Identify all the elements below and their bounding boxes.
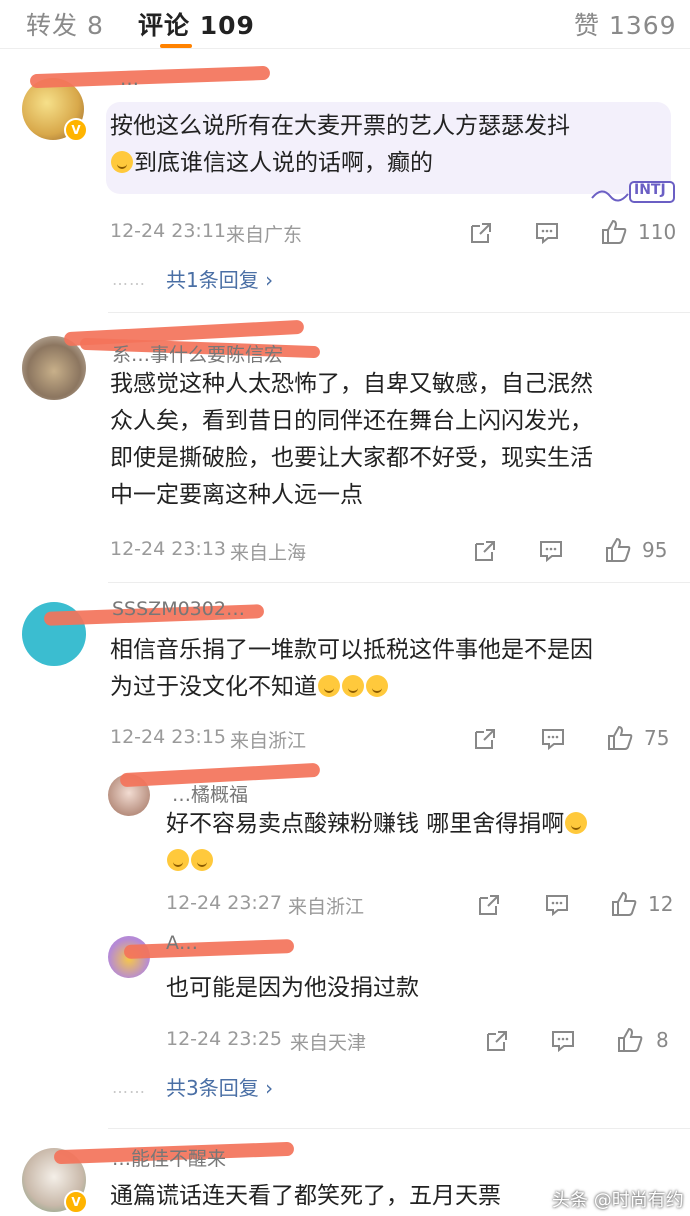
comment-username[interactable]: … xyxy=(120,68,139,90)
reply-dots: …… xyxy=(112,270,146,289)
reply-username[interactable]: A… xyxy=(166,932,198,954)
comment-location: 来自上海 xyxy=(230,542,307,564)
comment-icon[interactable] xyxy=(544,892,570,918)
emoji-icon xyxy=(366,675,388,697)
like-count: 8 xyxy=(656,1028,669,1052)
reply-dots: …… xyxy=(112,1078,146,1097)
active-tab-indicator xyxy=(160,44,192,48)
comment-location: 来自浙江 xyxy=(230,730,307,752)
sticker-text: INTJ xyxy=(634,182,666,198)
reply-item: …橘概福 好不容易卖点酸辣粉赚钱 哪里舍得捐啊 12-24 23:27 来自浙江… xyxy=(0,762,690,924)
share-icon[interactable] xyxy=(472,726,498,752)
tab-likes[interactable]: 赞 1369 xyxy=(574,6,677,42)
like-icon[interactable] xyxy=(606,724,634,752)
divider xyxy=(108,582,690,583)
comment-icon[interactable] xyxy=(550,1028,576,1054)
comment-icon[interactable] xyxy=(534,220,560,246)
like-count: 12 xyxy=(648,892,674,916)
comment-text-line: 中一定要离这种人远一点 xyxy=(110,482,363,508)
like-count: 75 xyxy=(644,726,670,750)
reply-text-line: 好不容易卖点酸辣粉赚钱 哪里舍得捐啊 xyxy=(166,811,565,837)
reply-username[interactable]: …橘概福 xyxy=(172,780,248,807)
comment-time: 12-24 23:11 xyxy=(110,220,227,242)
like-count: 110 xyxy=(638,220,677,244)
reply-time: 12-24 23:25 xyxy=(166,1028,283,1050)
like-count: 95 xyxy=(642,538,668,562)
comment-location: 来自广东 xyxy=(226,224,303,246)
divider xyxy=(108,312,690,313)
like-icon[interactable] xyxy=(604,536,632,564)
share-icon[interactable] xyxy=(476,892,502,918)
comment-text: 我感觉这种人太恐怖了，自卑又敏感，自己泯然 众人矣，看到昔日的同伴还在舞台上闪闪… xyxy=(110,366,670,514)
redaction-mark xyxy=(123,939,295,959)
reply-text: 好不容易卖点酸辣粉赚钱 哪里舍得捐啊 xyxy=(166,806,656,880)
comment-time: 12-24 23:13 xyxy=(110,538,227,560)
reply-text-line: 也可能是因为他没捐过款 xyxy=(166,975,419,1001)
comment-username[interactable]: …能佳不醒来 xyxy=(112,1144,226,1171)
sticker: INTJ xyxy=(588,176,678,206)
view-replies-label: 共3条回复 xyxy=(166,1076,259,1100)
like-icon[interactable] xyxy=(600,218,628,246)
view-replies-link[interactable]: 共3条回复 › xyxy=(166,1072,273,1101)
share-icon[interactable] xyxy=(468,220,494,246)
comment-text: 相信音乐捐了一堆款可以抵税这件事他是不是因 为过于没文化不知道 xyxy=(110,632,670,706)
reply-location: 来自浙江 xyxy=(288,896,365,918)
comment-text: 按他这么说所有在大麦开票的艺人方瑟瑟发抖 到底谁信这人说的话啊，癫的 xyxy=(110,108,650,182)
divider xyxy=(108,1128,690,1129)
comment-text-line: 即使是撕破脸，也要让大家都不好受，现实生活 xyxy=(110,445,593,471)
chevron-right-icon: › xyxy=(265,1076,274,1100)
comment-text-line: 相信音乐捐了一堆款可以抵税这件事他是不是因 xyxy=(110,637,593,663)
watermark: 头条 @时尚有约 xyxy=(552,1190,684,1211)
emoji-icon xyxy=(167,849,189,871)
emoji-icon xyxy=(191,849,213,871)
comment-time: 12-24 23:15 xyxy=(110,726,227,748)
tab-repost[interactable]: 转发 8 xyxy=(26,6,104,42)
tab-bar: 转发 8 评论 109 赞 1369 xyxy=(0,0,690,49)
share-icon[interactable] xyxy=(484,1028,510,1054)
view-replies-label: 共1条回复 xyxy=(166,268,259,292)
verified-badge-icon: V xyxy=(64,118,88,142)
chevron-right-icon: › xyxy=(265,268,274,292)
comment-icon[interactable] xyxy=(538,538,564,564)
tab-comments[interactable]: 评论 109 xyxy=(138,6,255,42)
comment-text-line: 到底谁信这人说的话啊，癫的 xyxy=(134,150,433,176)
emoji-icon xyxy=(111,151,133,173)
comment-icon[interactable] xyxy=(540,726,566,752)
share-icon[interactable] xyxy=(472,538,498,564)
comment-text-line: 为过于没文化不知道 xyxy=(110,674,317,700)
like-icon[interactable] xyxy=(616,1026,644,1054)
verified-badge-icon: V xyxy=(64,1190,88,1214)
emoji-icon xyxy=(318,675,340,697)
like-icon[interactable] xyxy=(610,890,638,918)
redaction-mark xyxy=(29,65,271,89)
comment-username[interactable]: SSSZM0302… xyxy=(112,598,245,620)
comment-text-line: 我感觉这种人太恐怖了，自卑又敏感，自己泯然 xyxy=(110,371,593,397)
reply-location: 来自天津 xyxy=(290,1032,367,1054)
reply-time: 12-24 23:27 xyxy=(166,892,283,914)
comment-text-line: 按他这么说所有在大麦开票的艺人方瑟瑟发抖 xyxy=(110,113,570,139)
view-replies-link[interactable]: 共1条回复 › xyxy=(166,264,273,293)
comment-text-line: 众人矣，看到昔日的同伴还在舞台上闪闪发光， xyxy=(110,408,593,434)
emoji-icon xyxy=(342,675,364,697)
reply-text: 也可能是因为他没捐过款 xyxy=(166,970,656,1007)
reply-item: A… 也可能是因为他没捐过款 12-24 23:25 来自天津 8 xyxy=(0,926,690,1056)
emoji-icon xyxy=(565,812,588,834)
comment-username[interactable]: 系…事什么要陈信宏 xyxy=(112,340,283,367)
